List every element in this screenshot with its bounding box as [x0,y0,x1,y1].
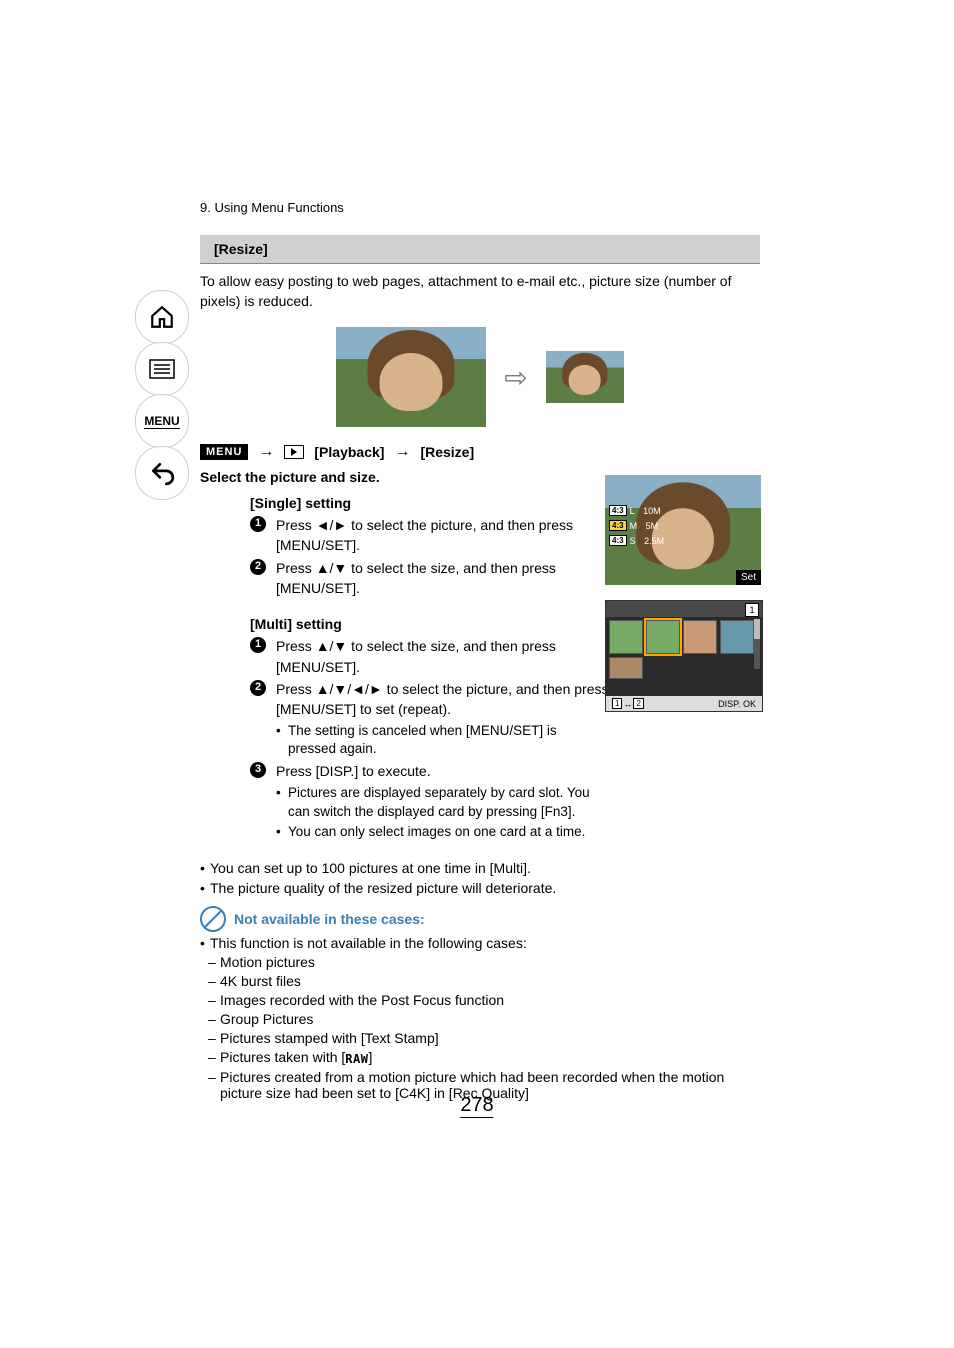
section-heading: [Resize] [200,235,760,264]
not-available-list: •This function is not available in the f… [200,935,760,1100]
note-2: The picture quality of the resized pictu… [200,880,760,896]
thumbnail-grid [606,657,762,682]
na-item: Group Pictures [200,1011,760,1027]
arrow-sep-icon: → [258,443,274,461]
sidebar: MENU [135,290,191,500]
home-icon[interactable] [135,290,189,344]
single-step-1: 1 Press ◄/► to select the picture, and t… [250,515,616,556]
menu-label: MENU [200,444,248,460]
step-number-icon: 1 [250,637,266,653]
thumbnail [720,620,754,654]
multi-step-3-note2: You can only select images on one card a… [276,823,608,842]
size-option-l: 4:3L 10M [609,505,664,516]
scrollbar [754,619,760,669]
crumb-resize: [Resize] [420,444,474,460]
notes: You can set up to 100 pictures at one ti… [200,860,760,896]
card-switch-icon: 1↔2 [612,698,644,709]
size-options: 4:3L 10M 4:3M 5M 4:3S 2.5M [609,505,664,546]
na-item: Pictures stamped with [Text Stamp] [200,1030,760,1046]
page-number: 278 [460,1094,493,1118]
size-option-m: 4:3M 5M [609,520,664,531]
card-slot-indicator: 1 [745,603,759,617]
set-label: Set [736,570,761,585]
arrow-icon: ⇨ [504,361,527,394]
playback-icon [284,445,304,459]
na-item: Motion pictures [200,954,760,970]
multi-header: 1 [606,601,762,617]
thumbnail-selected [646,620,680,654]
multi-step-2-note: The setting is canceled when [MENU/SET] … [276,722,608,760]
arrow-sep-icon: → [394,443,410,461]
intro-text: To allow easy posting to web pages, atta… [200,272,760,311]
na-item: Pictures taken with [RAW] [200,1049,760,1065]
multi-step-3-note1: Pictures are displayed separately by car… [276,784,608,822]
toc-icon[interactable] [135,342,189,396]
crumb-playback: [Playback] [314,444,384,460]
disp-ok-label: DISP. OK [718,699,756,709]
screenshot-multi-select: 1 1↔2 DISP. OK [605,600,763,712]
note-1: You can set up to 100 pictures at one ti… [200,860,760,876]
step-number-icon: 1 [250,516,266,532]
photo-before [336,327,486,427]
multi-footer: 1↔2 DISP. OK [606,696,762,711]
thumbnail-grid [606,617,762,657]
raw-icon: RAW [345,1052,368,1066]
not-available-header: Not available in these cases: [200,906,760,932]
na-item: 4K burst files [200,973,760,989]
multi-step-2: 2 Press ▲/▼/◄/► to select the picture, a… [250,679,616,759]
na-item: Images recorded with the Post Focus func… [200,992,760,1008]
multi-step-3: 3 Press [DISP.] to execute. Pictures are… [250,761,616,842]
chapter-title: 9. Using Menu Functions [200,200,760,215]
single-step-2: 2 Press ▲/▼ to select the size, and then… [250,558,616,599]
not-available-icon [200,906,226,932]
step-number-icon: 3 [250,762,266,778]
thumbnail [683,620,717,654]
not-available-title: Not available in these cases: [234,911,425,927]
back-icon[interactable] [135,446,189,500]
step-number-icon: 2 [250,680,266,696]
menu-path: MENU → [Playback] → [Resize] [200,443,760,461]
photo-after [546,351,624,403]
na-intro: •This function is not available in the f… [200,935,760,951]
resize-illustration: ⇨ [200,327,760,427]
step-number-icon: 2 [250,559,266,575]
screenshot-single-size-select: 4:3L 10M 4:3M 5M 4:3S 2.5M Set [605,475,761,585]
thumbnail [609,657,643,679]
size-option-s: 4:3S 2.5M [609,535,664,546]
thumbnail [609,620,643,654]
menu-icon[interactable]: MENU [135,394,189,448]
multi-step-1: 1 Press ▲/▼ to select the size, and then… [250,636,616,677]
